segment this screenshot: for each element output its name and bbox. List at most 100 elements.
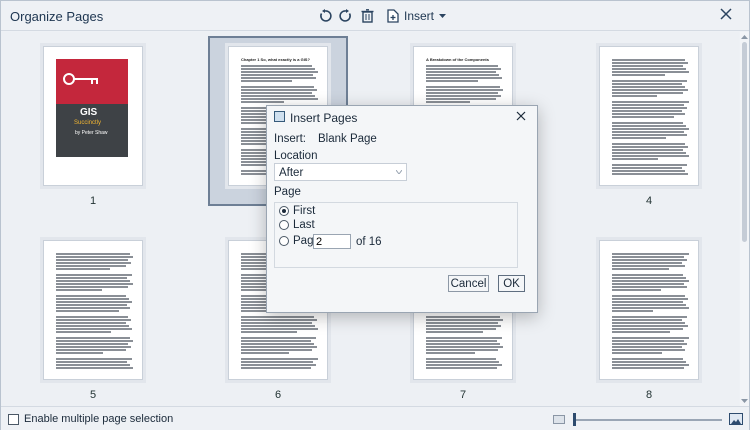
text-line [241,68,315,70]
text-line [241,349,312,351]
location-dropdown[interactable]: After [274,163,407,181]
cover-title: GIS [80,107,98,118]
landscape-icon [731,419,741,424]
text-line [241,316,314,318]
vertical-scrollbar[interactable] [740,32,749,406]
page-preview[interactable] [43,240,143,380]
zoom-slider[interactable] [574,419,722,421]
text-line [612,143,685,145]
rotate-right-button[interactable] [337,7,355,25]
text-line [426,316,500,318]
text-line [612,128,689,130]
close-window-button[interactable] [719,7,737,25]
text-line [56,298,129,300]
multi-select-label: Enable multiple page selection [24,413,174,425]
page-radio[interactable] [279,236,289,246]
rotate-left-button[interactable] [316,7,334,25]
text-line [612,340,684,342]
text-line [56,343,128,345]
text-line [426,95,501,97]
scroll-up-icon[interactable] [741,34,748,40]
text-line [612,253,689,255]
page-thumbnail[interactable]: 5 [43,240,143,401]
text-line [56,295,126,297]
footer-bar: Enable multiple page selection [1,406,749,430]
organize-pages-window: Organize Pages Insert GIS Succinctly by … [0,0,750,430]
text-line [612,283,684,285]
text-line [612,346,682,348]
ok-button[interactable]: OK [498,275,525,292]
zoom-in-image-icon[interactable] [729,413,743,425]
page-preview[interactable] [599,240,699,380]
page-number-label: 8 [645,389,653,401]
text-line [612,304,686,306]
text-line [241,322,312,324]
delete-page-button[interactable] [358,7,376,25]
text-line [56,331,111,333]
text-line [612,89,688,91]
text-line [426,89,503,91]
dialog-close-button[interactable] [515,110,529,124]
text-line [426,319,503,321]
insert-label: Insert: [274,133,306,145]
text-line [56,265,126,267]
text-line [241,86,314,88]
text-line [241,340,311,342]
multi-select-checkbox[interactable] [8,414,19,425]
page-group-label: Page [274,186,301,198]
text-line [426,68,501,70]
dialog-app-icon [274,111,285,122]
page-number-label: 6 [274,389,282,401]
text-line [612,92,683,94]
text-line [241,101,284,103]
page-preview[interactable] [599,46,699,186]
text-line [56,289,102,291]
text-line [612,59,685,61]
text-line [612,325,688,327]
text-line [612,259,687,261]
trash-icon [361,9,373,23]
page-number-label: 1 [89,195,97,207]
text-line [612,173,688,175]
page-preview[interactable]: GIS Succinctly by Peter Shaw [43,46,143,186]
text-line [426,367,497,369]
insert-menu-button[interactable]: Insert [387,7,447,25]
zoom-out-image-icon[interactable] [553,415,565,424]
text-line [612,301,683,303]
scroll-thumb[interactable] [742,42,747,242]
window-title: Organize Pages [10,9,104,24]
page-number-input[interactable] [313,234,351,249]
zoom-slider-thumb[interactable] [573,413,576,426]
text-line [56,262,131,264]
text-line [241,343,314,345]
text-line [612,95,657,97]
last-radio[interactable] [279,220,289,230]
scroll-down-icon[interactable] [741,398,748,404]
text-line [612,286,687,288]
title-bar: Organize Pages Insert [1,1,749,31]
cover-banner [56,59,128,104]
location-value: After [279,167,304,179]
text-line [612,343,687,345]
text-line [612,113,685,115]
first-radio[interactable] [279,206,289,216]
text-line [612,274,683,276]
text-line [241,331,297,333]
page-thumbnail[interactable]: 4 [599,46,699,207]
text-line [426,340,497,342]
text-line [241,65,312,67]
chevron-down-icon [439,13,447,18]
page-heading: Chapter 1 So, what exactly is a GIS? [241,57,310,62]
text-line [56,349,126,351]
page-number-label: 7 [459,389,467,401]
page-thumbnail[interactable]: 8 [599,240,699,401]
text-line [612,316,687,318]
text-line [612,256,684,258]
text-line [56,358,132,360]
text-line [426,346,503,348]
text-line [426,101,470,103]
text-line [426,361,499,363]
page-thumbnail[interactable]: GIS Succinctly by Peter Shaw 1 [43,46,143,207]
cancel-button[interactable]: Cancel [448,275,489,292]
text-line [241,92,312,94]
